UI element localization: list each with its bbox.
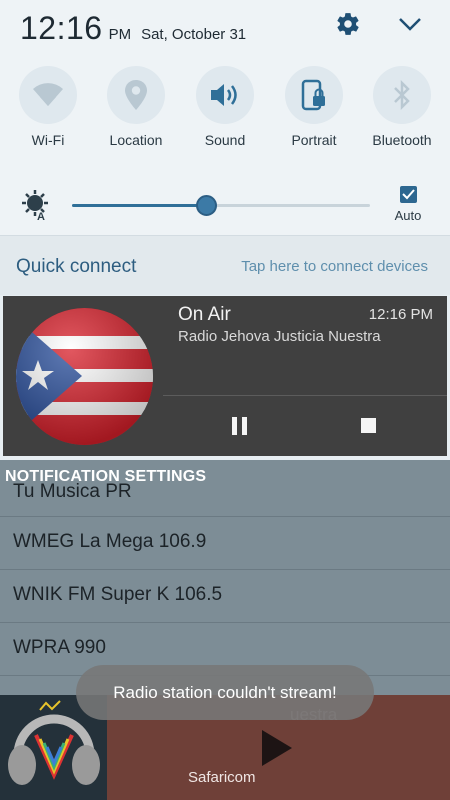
play-icon[interactable] xyxy=(262,730,292,766)
list-item[interactable]: WNIK FM Super K 106.5 xyxy=(0,570,450,623)
notification-settings-label[interactable]: NOTIFICATION SETTINGS xyxy=(5,468,206,486)
toggle-wifi-label: Wi-Fi xyxy=(31,132,65,148)
chevron-down-icon[interactable] xyxy=(392,6,428,42)
toast-message: Radio station couldn't stream! xyxy=(113,682,337,702)
svg-text:A: A xyxy=(37,211,45,220)
auto-checkbox[interactable] xyxy=(399,186,417,203)
clock-date: Sat, October 31 xyxy=(141,26,247,43)
quick-connect-bar[interactable]: Quick connect Tap here to connect device… xyxy=(0,235,450,295)
mini-player-label: Safaricom xyxy=(188,769,256,786)
bluetooth-icon xyxy=(373,66,431,124)
media-title: On Air xyxy=(178,304,231,325)
quick-connect-title: Quick connect xyxy=(16,256,137,277)
clock-ampm: PM xyxy=(108,26,132,43)
toggle-portrait-label: Portrait xyxy=(291,132,337,148)
puerto-rico-flag-icon xyxy=(16,308,153,445)
list-item[interactable]: WMEG La Mega 106.9 xyxy=(0,517,450,570)
wifi-icon xyxy=(19,66,77,124)
status-row: 12:16 PM Sat, October 31 xyxy=(20,10,430,50)
media-time: 12:16 PM xyxy=(368,306,433,323)
auto-brightness-label: Auto xyxy=(394,208,422,223)
toggle-sound-label: Sound xyxy=(204,132,246,148)
toggle-bluetooth-label: Bluetooth xyxy=(372,132,432,148)
station-name: WMEG La Mega 106.9 xyxy=(13,531,207,552)
brightness-slider-fill xyxy=(72,204,206,207)
gear-icon[interactable] xyxy=(330,6,366,42)
media-station: Radio Jehova Justicia Nuestra xyxy=(178,328,381,345)
station-name: WNIK FM Super K 106.5 xyxy=(13,584,223,605)
quick-panel: 12:16 PM Sat, October 31 Wi-Fi Location … xyxy=(0,0,450,235)
auto-brightness-toggle[interactable]: Auto xyxy=(388,186,428,223)
toast: Radio station couldn't stream! xyxy=(76,665,374,720)
media-notification[interactable]: On Air 12:16 PM Radio Jehova Justicia Nu… xyxy=(3,296,447,456)
quick-toggles: Wi-Fi Location Sound Portrait Bluetooth xyxy=(0,66,450,156)
location-icon xyxy=(107,66,165,124)
clock-time: 12:16 xyxy=(20,10,103,46)
brightness-slider-thumb[interactable] xyxy=(196,195,217,216)
toggle-sound[interactable]: Sound xyxy=(185,66,265,148)
brightness-auto-icon: A xyxy=(22,190,50,223)
toggle-portrait[interactable]: Portrait xyxy=(274,66,354,148)
portrait-lock-icon xyxy=(285,66,343,124)
toggle-location-label: Location xyxy=(109,132,163,148)
quick-connect-hint[interactable]: Tap here to connect devices xyxy=(241,258,428,275)
brightness-row: A Auto xyxy=(0,180,450,230)
pause-icon[interactable] xyxy=(232,417,248,435)
brightness-slider[interactable] xyxy=(72,195,370,216)
stop-icon[interactable] xyxy=(361,418,376,433)
media-divider xyxy=(163,395,447,396)
toggle-bluetooth[interactable]: Bluetooth xyxy=(362,66,442,148)
sound-icon xyxy=(196,66,254,124)
station-name: WPRA 990 xyxy=(13,637,106,658)
toggle-wifi[interactable]: Wi-Fi xyxy=(8,66,88,148)
toggle-location[interactable]: Location xyxy=(96,66,176,148)
